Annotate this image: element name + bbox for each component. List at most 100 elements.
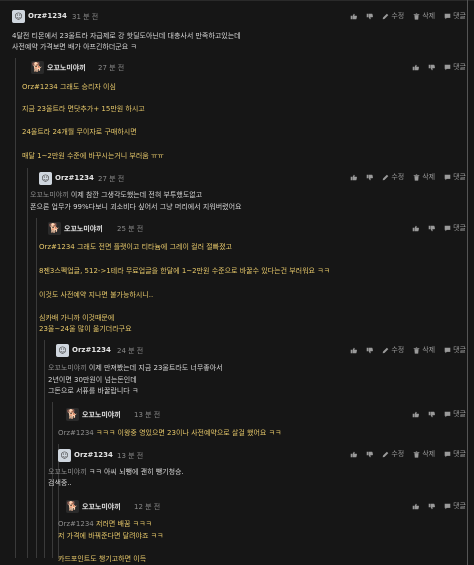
mention[interactable]: 오꼬노미야끼: [48, 468, 87, 476]
thumbs-up-icon: [412, 225, 420, 231]
avatar[interactable]: 🐕: [66, 408, 79, 421]
edit-label: 수정: [391, 12, 405, 20]
comment-text: 사전예약 가격보면 배가 아프긴하더군요 ㅋ: [12, 43, 137, 51]
dislike-button[interactable]: [366, 13, 374, 20]
avatar[interactable]: ☺: [12, 10, 25, 23]
comment-author[interactable]: 오꼬노미야끼: [64, 224, 103, 234]
comment-author[interactable]: 오꼬노미야끼: [47, 63, 86, 73]
reply-button[interactable]: 댓글: [444, 345, 466, 355]
delete-button[interactable]: 삭제: [413, 449, 435, 459]
thumbs-down-icon: [428, 411, 436, 417]
comment-text: 23울~24울 많이 옮기더라구요: [39, 325, 132, 333]
delete-button[interactable]: 삭제: [413, 11, 435, 21]
reply-button[interactable]: 댓글: [444, 11, 466, 21]
comment-text: 오꼬노미야끼 이제 참깐 그생각도했는데 전혀 부투했도없고: [30, 191, 203, 199]
comment-icon: [444, 225, 451, 231]
like-button[interactable]: [350, 174, 358, 181]
reply-label: 댓글: [453, 346, 466, 354]
dislike-button[interactable]: [428, 411, 436, 418]
dislike-button[interactable]: [366, 451, 374, 458]
avatar[interactable]: ☺: [58, 449, 71, 462]
comment-author[interactable]: Orz#1234: [72, 346, 111, 354]
dislike-button[interactable]: [428, 503, 436, 510]
thumbs-down-icon: [367, 451, 374, 457]
like-button[interactable]: [412, 411, 420, 418]
comment-actions: 수정 삭제 댓글: [341, 172, 466, 182]
mention[interactable]: Orz#1234: [58, 520, 94, 528]
mention[interactable]: 오꼬노미야끼: [30, 191, 69, 199]
comment-text: 매달 1~2만원 수준에 바꾸시는거니 부러움 ㅠㅠ: [22, 152, 164, 160]
delete-label: 삭제: [422, 12, 436, 20]
thumbs-down-icon: [428, 64, 436, 70]
avatar[interactable]: 🐕: [48, 222, 61, 235]
avatar[interactable]: ☺: [39, 172, 52, 185]
thread-line: [27, 168, 28, 558]
comment-text: Orz#1234 그래도 승리자 이심: [22, 83, 116, 91]
edit-button[interactable]: 수정: [382, 11, 404, 21]
dislike-button[interactable]: [366, 347, 374, 354]
comment-icon: [444, 64, 451, 70]
like-button[interactable]: [412, 225, 420, 232]
dislike-button[interactable]: [428, 225, 436, 232]
thumbs-up-icon: [412, 503, 420, 509]
mention[interactable]: Orz#1234: [58, 429, 94, 437]
like-button[interactable]: [350, 347, 358, 354]
edit-label: 수정: [391, 173, 405, 181]
reply-label: 댓글: [453, 410, 466, 418]
edit-button[interactable]: 수정: [382, 172, 404, 182]
mention[interactable]: 오꼬노미야끼: [48, 364, 87, 372]
comment-time: 31 분 전: [72, 13, 99, 21]
like-button[interactable]: [350, 13, 358, 20]
delete-button[interactable]: 삭제: [413, 345, 435, 355]
comment-time: 27 분 전: [98, 64, 125, 72]
edit-button[interactable]: 수정: [382, 345, 404, 355]
comment-text: Orz#1234 ㅋㅋㅋ 이왕중 영있으면 23이나 사전예약으로 살걸 했어요…: [58, 429, 282, 437]
dislike-button[interactable]: [428, 64, 436, 71]
comment-time: 13 분 전: [134, 411, 161, 419]
like-button[interactable]: [412, 503, 420, 510]
like-button[interactable]: [350, 451, 358, 458]
reply-button[interactable]: 댓글: [444, 449, 466, 459]
edit-label: 수정: [391, 450, 405, 458]
thumbs-up-icon: [351, 451, 358, 457]
avatar[interactable]: 🐕: [31, 61, 44, 74]
reply-button[interactable]: 댓글: [444, 172, 466, 182]
comment-icon: [444, 503, 451, 509]
reply-label: 댓글: [453, 450, 466, 458]
delete-button[interactable]: 삭제: [413, 172, 435, 182]
avatar[interactable]: ☺: [56, 344, 69, 357]
comment-icon: [444, 451, 451, 457]
comment-author[interactable]: 오꼬노미야끼: [82, 502, 121, 512]
dislike-button[interactable]: [366, 174, 374, 181]
reply-label: 댓글: [453, 12, 466, 20]
comment-time: 25 분 전: [117, 225, 144, 233]
like-button[interactable]: [412, 64, 420, 71]
avatar[interactable]: 🐕: [66, 500, 79, 513]
comment-author[interactable]: Orz#1234: [28, 12, 67, 20]
comment-author[interactable]: 오꼬노미야끼: [82, 410, 121, 420]
comment-text: 저 가격에 바꿔준다면 달려야죠 ㅋㅋ: [58, 532, 164, 540]
comment-text: 오꼬노미야끼 이제 만져봤는데 지금 23울트라도 너무좋아서: [48, 364, 223, 372]
comment-actions: 댓글: [403, 409, 466, 419]
pencil-icon: [383, 347, 389, 353]
comment-text: Orz#1234 그래도 전면 플랫이고 티타늄에 그레이 컬러 절빠졌고: [39, 243, 232, 251]
comment-author[interactable]: Orz#1234: [55, 174, 94, 182]
comment-author[interactable]: Orz#1234: [74, 451, 113, 459]
edit-button[interactable]: 수정: [382, 449, 404, 459]
reply-button[interactable]: 댓글: [444, 223, 466, 233]
pencil-icon: [383, 174, 389, 180]
reply-button[interactable]: 댓글: [444, 501, 466, 511]
thumbs-up-icon: [351, 174, 358, 180]
comment-actions: 댓글: [403, 62, 466, 72]
thumbs-down-icon: [367, 174, 374, 180]
scroll-rail[interactable]: [467, 0, 468, 565]
trash-icon: [413, 173, 420, 181]
comment-text: 이것도 사전예약 지나면 불가능하시니..: [39, 291, 154, 299]
reply-button[interactable]: 댓글: [444, 62, 466, 72]
comment-text: Orz#1234 저러면 배꿈 ㅋㅋㅋ: [58, 520, 152, 528]
reply-button[interactable]: 댓글: [444, 409, 466, 419]
thumbs-up-icon: [351, 347, 358, 353]
thumbs-down-icon: [367, 13, 374, 19]
comment-text: 검색중..: [48, 479, 72, 487]
pencil-icon: [383, 451, 389, 457]
